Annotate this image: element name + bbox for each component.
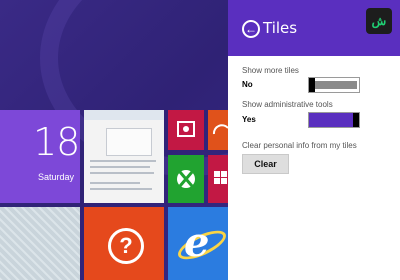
store-tile[interactable] bbox=[208, 155, 228, 203]
help-tile[interactable]: ? bbox=[84, 207, 164, 280]
internet-explorer-icon: e bbox=[184, 219, 210, 266]
text-line bbox=[90, 160, 156, 162]
show-more-tiles-toggle[interactable] bbox=[308, 77, 360, 93]
document-preview bbox=[106, 128, 152, 156]
window-titlebar bbox=[84, 110, 164, 120]
video-tile[interactable] bbox=[168, 110, 204, 150]
desktop-tile[interactable] bbox=[84, 110, 164, 203]
photo-texture bbox=[0, 207, 80, 280]
clear-personal-info-label: Clear personal info from my tiles bbox=[242, 141, 357, 150]
toggle-thumb[interactable] bbox=[353, 113, 359, 127]
show-admin-tools-toggle[interactable] bbox=[308, 112, 360, 128]
panel-title: Tiles bbox=[263, 19, 298, 37]
show-admin-tools-label: Show administrative tools bbox=[242, 100, 333, 109]
photo-tile[interactable] bbox=[0, 207, 80, 280]
show-more-tiles-value: No bbox=[242, 80, 253, 89]
tiles-settings-panel: ← Tiles ش Show more tiles No Show admini… bbox=[228, 0, 400, 280]
clear-button[interactable]: Clear bbox=[242, 154, 289, 174]
calendar-day: 18 bbox=[33, 120, 80, 164]
toggle-track-off bbox=[315, 81, 357, 89]
text-line bbox=[90, 188, 152, 190]
site-logo: ش bbox=[366, 8, 392, 34]
headphones-icon bbox=[212, 124, 228, 135]
xbox-icon bbox=[177, 170, 195, 188]
video-icon bbox=[177, 121, 195, 137]
calendar-tile[interactable]: 18 Saturday bbox=[0, 110, 80, 203]
games-tile[interactable] bbox=[168, 155, 204, 203]
help-icon: ? bbox=[108, 228, 144, 264]
text-line bbox=[90, 182, 140, 184]
calendar-weekday: Saturday bbox=[38, 172, 75, 182]
toggle-track-fill bbox=[309, 113, 353, 127]
back-arrow-icon[interactable]: ← bbox=[242, 20, 260, 38]
internet-explorer-tile[interactable]: e bbox=[168, 207, 228, 280]
text-line bbox=[90, 172, 154, 174]
show-more-tiles-label: Show more tiles bbox=[242, 66, 299, 75]
text-line bbox=[90, 166, 150, 168]
windows-logo-icon bbox=[214, 171, 227, 184]
music-tile[interactable] bbox=[208, 110, 228, 150]
panel-header: ← Tiles ش bbox=[228, 0, 400, 56]
show-admin-tools-value: Yes bbox=[242, 115, 256, 124]
